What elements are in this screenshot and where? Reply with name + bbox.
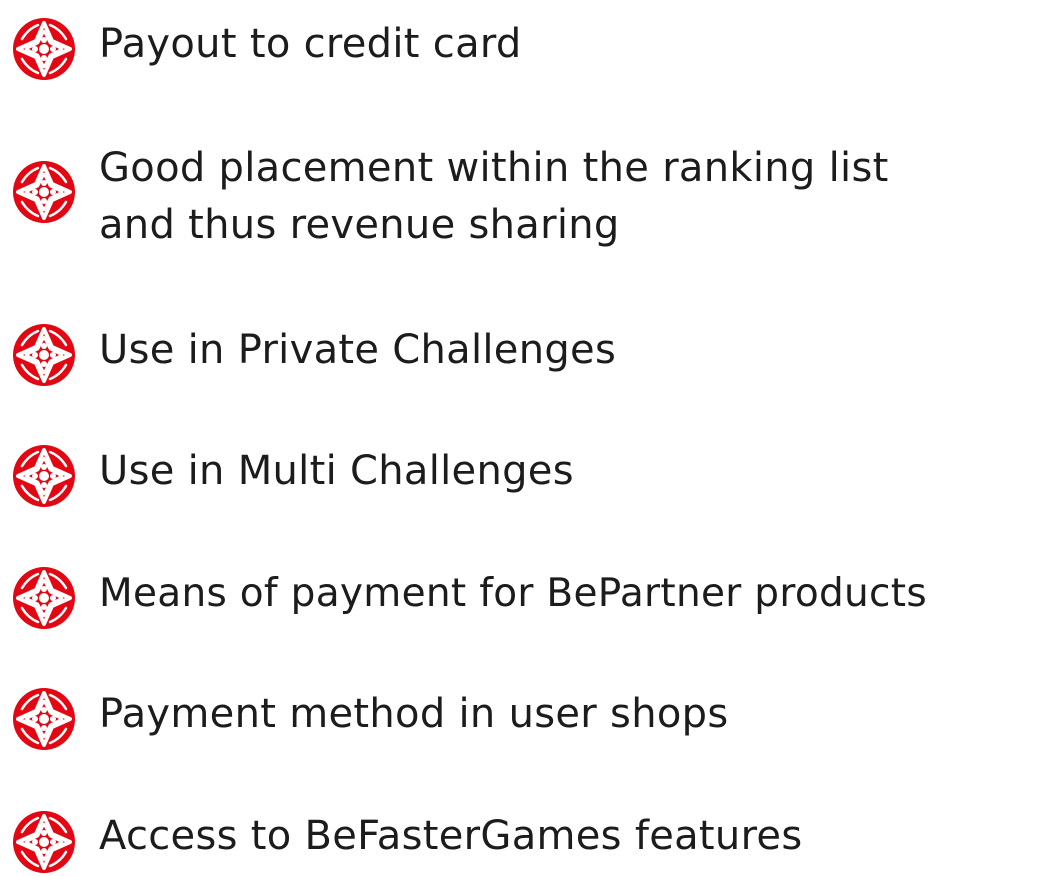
item-label: Use in Multi Challenges — [99, 448, 574, 494]
item-label: Payout to credit card — [99, 21, 522, 67]
item-label: Good placement within the ranking list a… — [99, 140, 889, 254]
befaster-logo-icon — [12, 323, 76, 387]
item-label-line: and thus revenue sharing — [99, 202, 620, 248]
befaster-logo-icon — [12, 810, 76, 874]
item-label: Means of payment for BePartner products — [99, 571, 928, 616]
befaster-logo-icon — [12, 566, 76, 630]
befaster-logo-icon — [12, 687, 76, 751]
item-label: Access to BeFasterGames features — [99, 813, 803, 859]
feature-list: Payout to credit card Good placement wit… — [0, 0, 1064, 876]
befaster-logo-icon — [12, 444, 76, 508]
item-label: Use in Private Challenges — [99, 327, 617, 373]
item-label: Payment method in user shops — [99, 691, 729, 737]
item-label-line: Good placement within the ranking list — [99, 145, 889, 191]
befaster-logo-icon — [12, 17, 76, 81]
befaster-logo-icon — [12, 160, 76, 224]
